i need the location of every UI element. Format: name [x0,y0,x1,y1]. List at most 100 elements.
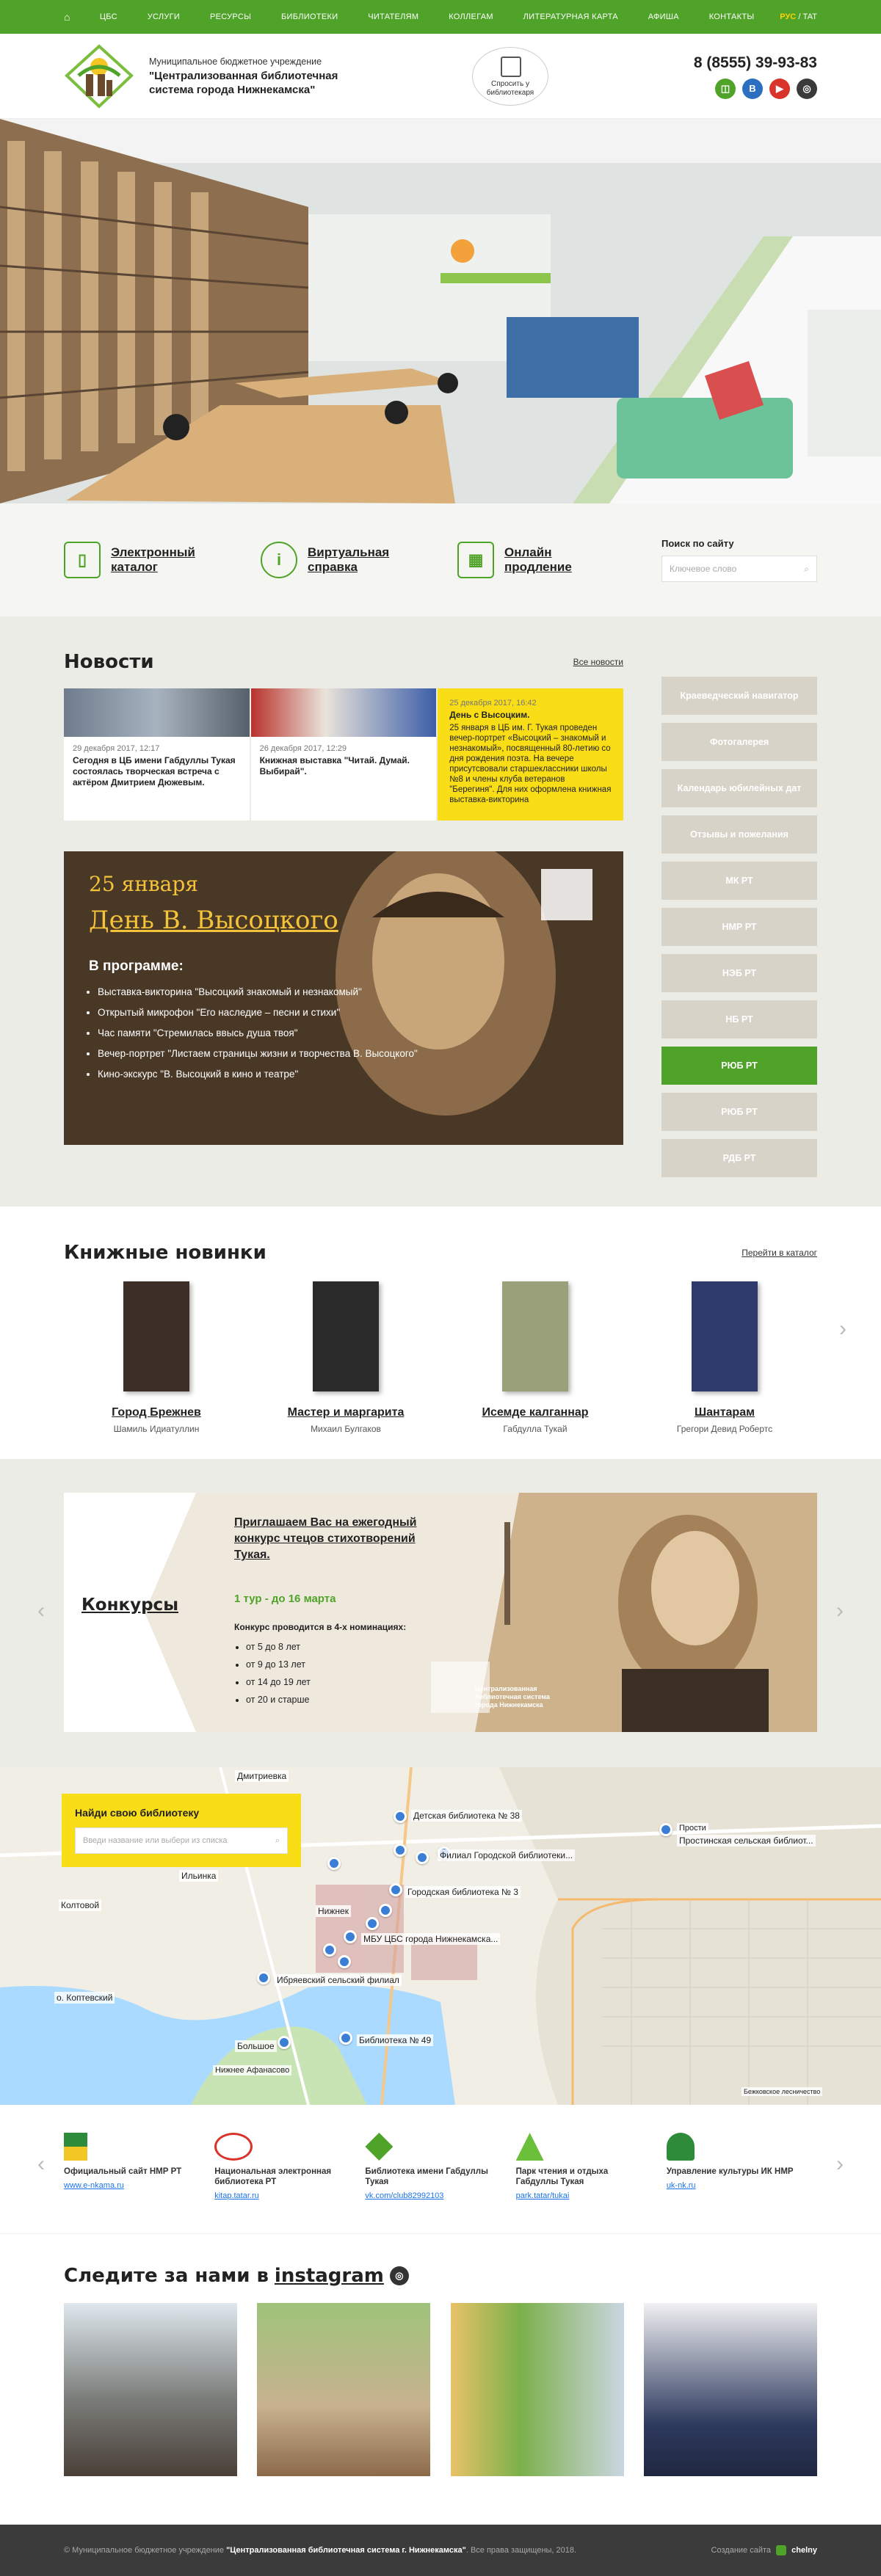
instagram-photo[interactable] [64,2303,237,2476]
nav-item-services[interactable]: УСЛУГИ [143,12,184,21]
partner-link[interactable]: park.tatar/tukai [516,2191,652,2200]
side-item-nmr-rt[interactable]: НМР РТ [661,908,817,946]
map-pin[interactable] [327,1857,341,1870]
all-news-link[interactable]: Все новости [573,657,623,667]
instagram-photo[interactable] [643,2303,817,2476]
nav-item-readers[interactable]: ЧИТАТЕЛЯМ [363,12,423,21]
youtube-icon[interactable]: ▶ [769,78,790,99]
side-item-ryub-rt[interactable]: РЮБ РТ [661,1093,817,1131]
book-title[interactable]: Мастер и маргарита [280,1406,412,1419]
book-item[interactable]: Исемде калганнар Габдулла Тукай [469,1281,601,1434]
chevron-right-icon[interactable]: › [836,1598,844,1623]
search-icon[interactable]: ⌕ [275,1836,280,1846]
side-item-neb-rt[interactable]: НЭБ РТ [661,954,817,992]
map-pin[interactable] [339,2031,352,2045]
ok-icon[interactable]: ◫ [715,78,736,99]
map-pin[interactable] [366,1917,379,1930]
partner-item[interactable]: Управление культуры ИК НМР uk-nk.ru [666,2133,817,2200]
book-title[interactable]: Город Брежнев [90,1406,222,1419]
partner-link[interactable]: vk.com/club82992103 [365,2191,501,2200]
news-card-featured[interactable]: 25 декабря 2017, 16:42 День с Высоцким. … [438,688,623,821]
instagram-icon[interactable]: ◎ [389,2266,409,2285]
nav-item-libraries[interactable]: БИБЛИОТЕКИ [277,12,342,21]
book-item[interactable]: Шантарам Грегори Девид Робертс [659,1281,791,1434]
nav-item-literary-map[interactable]: ЛИТЕРАТУРНАЯ КАРТА [519,12,623,21]
chevron-left-icon[interactable]: ‹ [37,2152,45,2177]
event-banner[interactable]: 25 января День В. Высоцкого В программе:… [64,851,623,1145]
side-item-calendar[interactable]: Календарь юбилейных дат [661,769,817,807]
event-title[interactable]: День В. Высоцкого [89,906,338,935]
map-pin[interactable] [659,1823,672,1836]
partner-item[interactable]: Официальный сайт НМР РТ www.e-nkama.ru [64,2133,214,2200]
side-item-feedback[interactable]: Отзывы и пожелания [661,815,817,854]
partner-item[interactable]: Парк чтения и отдыха Габдуллы Тукая park… [515,2133,667,2200]
instagram-icon[interactable]: ◎ [797,78,817,99]
map-pin[interactable] [416,1851,429,1864]
side-item-photogallery[interactable]: Фотогалерея [661,723,817,761]
instagram-title-link[interactable]: instagram [275,2265,384,2287]
side-item-navigator[interactable]: Краеведческий навигатор [661,677,817,715]
chevron-right-icon[interactable]: › [839,1317,846,1342]
phone-number[interactable]: 8 (8555) 39-93-83 [694,54,817,72]
map-pin[interactable] [338,1955,351,1968]
online-renewal-link[interactable]: ▦ Онлайн продление [457,542,600,578]
made-by[interactable]: Создание сайта chelny [711,2545,817,2555]
map-pin[interactable] [257,1971,270,1984]
library-search-input[interactable]: Введи название или выбери из списка ⌕ [75,1827,288,1854]
side-item-rdb-rt[interactable]: РДБ РТ [661,1139,817,1177]
contest-invite[interactable]: Приглашаем Вас на ежегодный конкурс чтец… [234,1515,440,1563]
partner-link[interactable]: uk-nk.ru [667,2181,802,2190]
map-pin-label[interactable]: Городская библиотека № 3 [405,1886,521,1898]
map-place-label: Нижнек [316,1905,351,1917]
ask-librarian-button[interactable]: Спросить у библиотекаря [472,47,548,106]
map-pin-label[interactable]: МБУ ЦБС города Нижнекамска... [361,1933,501,1945]
map-pin[interactable] [344,1930,357,1943]
chevron-right-icon[interactable]: › [836,2152,844,2177]
side-item-mk-rt[interactable]: МК РТ [661,862,817,900]
home-icon[interactable]: ⌂ [64,12,74,22]
chevron-left-icon[interactable]: ‹ [37,1598,45,1623]
nav-item-afisha[interactable]: АФИША [644,12,684,21]
side-item-ryub-rt-active[interactable]: РЮБ РТ [661,1047,817,1085]
map-pin[interactable] [278,2036,291,2049]
nav-item-colleagues[interactable]: КОЛЛЕГАМ [444,12,498,21]
nav-item-resources[interactable]: РЕСУРСЫ [206,12,255,21]
partner-item[interactable]: Национальная электронная библиотека РТ k… [214,2133,365,2200]
book-item[interactable]: Город Брежнев Шамиль Идиатуллин [90,1281,222,1434]
map-pin-label[interactable]: Библиотека № 49 [357,2034,434,2046]
lang-tat[interactable]: ТАТ [802,12,817,21]
vk-icon[interactable]: B [742,78,763,99]
map-pin-label[interactable]: Детская библиотека № 38 [411,1810,522,1822]
book-title[interactable]: Шантарам [659,1406,791,1419]
ecatalog-link[interactable]: ▯ Электронный каталог [64,542,206,578]
news-card[interactable]: 29 декабря 2017, 12:17 Сегодня в ЦБ имен… [64,688,250,821]
map-pin[interactable] [379,1904,392,1917]
map-pin-label[interactable]: Ибряевский сельский филиал [275,1974,402,1986]
contests-label[interactable]: Конкурсы [81,1596,178,1615]
book-title[interactable]: Исемде калганнар [469,1406,601,1419]
catalog-link[interactable]: Перейти в каталог [742,1248,817,1258]
map-pin[interactable] [389,1883,402,1896]
virtual-help-link[interactable]: i Виртуальная справка [261,542,403,578]
nav-item-cbs[interactable]: ЦБС [95,12,122,21]
search-input[interactable]: Ключевое слово ⌕ [661,556,817,582]
map-pin-label[interactable]: Филиал Городской библиотеки... [438,1849,576,1861]
map-pin[interactable] [323,1943,336,1957]
contest-banner[interactable]: Конкурсы Приглашаем Вас на ежегодный кон… [64,1493,817,1732]
side-item-nb-rt[interactable]: НБ РТ [661,1000,817,1038]
map-pin[interactable] [394,1810,407,1823]
nav-item-contacts[interactable]: КОНТАКТЫ [705,12,759,21]
search-icon[interactable]: ⌕ [804,564,809,575]
partner-link[interactable]: www.e-nkama.ru [64,2181,200,2190]
partner-link[interactable]: kitap.tatar.ru [214,2191,350,2200]
lang-ru[interactable]: РУС [780,12,796,21]
library-logo[interactable] [64,43,134,109]
instagram-photo[interactable] [257,2303,431,2476]
instagram-photo[interactable] [450,2303,624,2476]
news-card[interactable]: 26 декабря 2017, 12:29 Книжная выставка … [250,688,437,821]
map-pin-label[interactable]: Простинская сельская библиот... [677,1835,816,1847]
map-pin[interactable] [394,1844,407,1857]
book-item[interactable]: Мастер и маргарита Михаил Булгаков [280,1281,412,1434]
partner-item[interactable]: Библиотека имени Габдуллы Тукая vk.com/c… [365,2133,515,2200]
library-map[interactable]: Найди свою библиотеку Введи название или… [0,1767,881,2105]
